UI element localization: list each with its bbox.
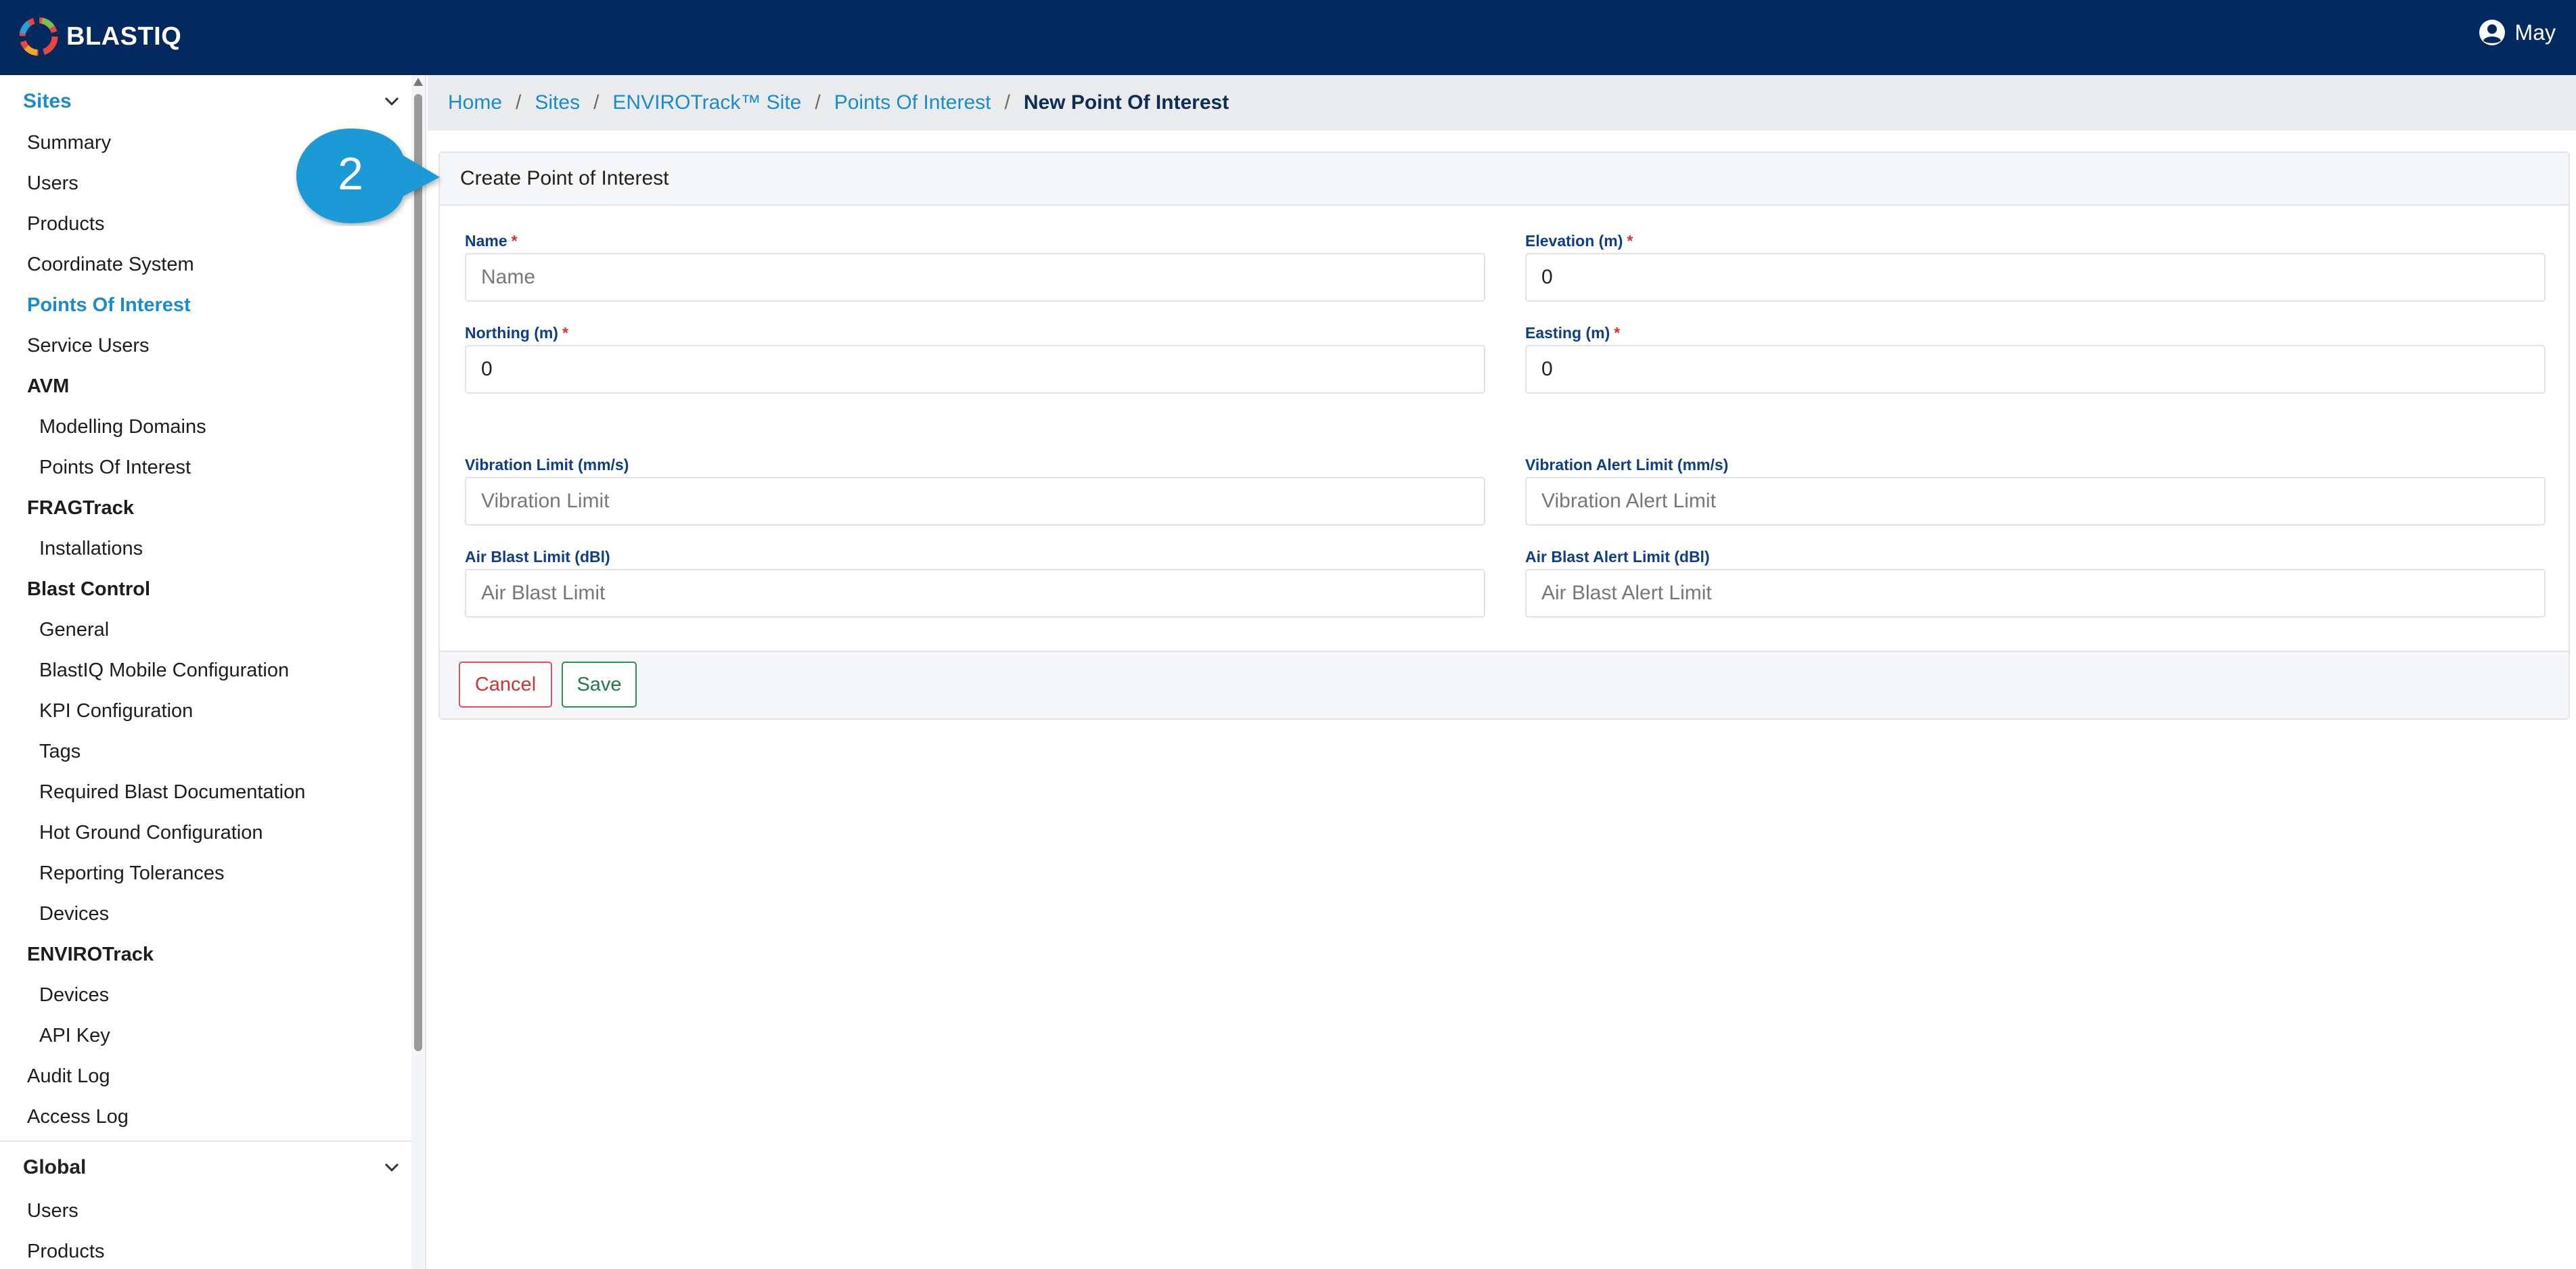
sidebar-item-users[interactable]: Users (27, 172, 78, 195)
breadcrumb-separator: / (815, 91, 821, 114)
sidebar-item-installations[interactable]: Installations (39, 538, 143, 560)
breadcrumb-points-of-interest[interactable]: Points Of Interest (834, 91, 991, 114)
elevation-label: Elevation (m) * (1525, 232, 1633, 250)
save-button[interactable]: Save (562, 662, 637, 708)
user-circle-icon (2479, 20, 2505, 45)
sidebar-item-fragtrack[interactable]: FRAGTrack (27, 497, 134, 520)
sidebar-item-api-key[interactable]: API Key (39, 1025, 110, 1047)
user-name: May (2514, 20, 2556, 45)
breadcrumb: Home / Sites / ENVIROTrack™ Site / Point… (428, 75, 2576, 131)
breadcrumb-site[interactable]: ENVIROTrack™ Site (612, 91, 801, 114)
card-title: Create Point of Interest (440, 153, 2569, 206)
blastiq-logo-icon (19, 17, 58, 56)
name-input[interactable] (465, 253, 1485, 302)
breadcrumb-separator: / (593, 91, 600, 114)
air-blast-alert-limit-input[interactable] (1525, 569, 2546, 618)
sidebar-group-global[interactable]: Global (23, 1147, 402, 1188)
vibration-alert-limit-label: Vibration Alert Limit (mm/s) (1525, 456, 1729, 474)
sidebar-item-global-users[interactable]: Users (27, 1200, 78, 1222)
sidebar-item-hot-ground-configuration[interactable]: Hot Ground Configuration (39, 822, 263, 844)
sidebar-item-coordinate-system[interactable]: Coordinate System (27, 254, 194, 276)
sidebar-divider (0, 1140, 413, 1142)
vibration-limit-input[interactable] (465, 477, 1485, 526)
required-mark: * (511, 232, 518, 250)
breadcrumb-sites[interactable]: Sites (535, 91, 580, 114)
scroll-up-arrow-icon[interactable] (413, 78, 423, 86)
sidebar-item-avm-points-of-interest[interactable]: Points Of Interest (39, 457, 191, 479)
vibration-limit-label: Vibration Limit (mm/s) (465, 456, 629, 474)
breadcrumb-separator: / (516, 91, 522, 114)
sidebar-group-sites[interactable]: Sites (23, 81, 402, 122)
step-callout: 2 (296, 129, 440, 223)
sidebar-item-envirotrack[interactable]: ENVIROTrack (27, 944, 154, 966)
required-mark: * (1614, 324, 1621, 342)
northing-label: Northing (m) * (465, 324, 568, 342)
card-footer: Cancel Save (440, 651, 2569, 718)
sidebar-scrollbar-thumb[interactable] (414, 94, 422, 1051)
sidebar-item-envirotrack-devices[interactable]: Devices (39, 984, 109, 1007)
easting-label: Easting (m) * (1525, 324, 1621, 342)
sidebar-item-summary[interactable]: Summary (27, 132, 111, 154)
brand-name: BLASTIQ (66, 22, 182, 51)
northing-input[interactable] (465, 345, 1485, 394)
sidebar-item-modelling-domains[interactable]: Modelling Domains (39, 416, 206, 438)
sidebar-item-avm[interactable]: AVM (27, 375, 69, 398)
callout-number: 2 (338, 148, 363, 200)
sidebar-group-label: Sites (23, 90, 72, 112)
breadcrumb-current: New Point Of Interest (1023, 91, 1229, 114)
breadcrumb-home[interactable]: Home (448, 91, 502, 114)
air-blast-limit-input[interactable] (465, 569, 1485, 618)
cancel-button[interactable]: Cancel (459, 662, 552, 708)
sidebar-item-blast-control[interactable]: Blast Control (27, 578, 150, 601)
top-navbar: BLASTIQ May (0, 0, 2576, 75)
sidebar-item-global-products[interactable]: Products (27, 1241, 104, 1263)
sidebar-item-required-blast-documentation[interactable]: Required Blast Documentation (39, 781, 305, 804)
sidebar-item-products[interactable]: Products (27, 213, 104, 235)
sidebar: Sites Summary Users Products Coordinate Syst… (0, 75, 426, 1269)
elevation-input[interactable] (1525, 253, 2546, 302)
required-mark: * (1627, 232, 1633, 250)
sidebar-item-access-log[interactable]: Access Log (27, 1106, 129, 1128)
air-blast-alert-limit-label: Air Blast Alert Limit (dBl) (1525, 548, 1710, 566)
name-label: Name * (465, 232, 518, 250)
sidebar-item-points-of-interest[interactable]: Points Of Interest (27, 294, 191, 317)
sidebar-item-audit-log[interactable]: Audit Log (27, 1065, 110, 1088)
chevron-down-icon (384, 1163, 399, 1172)
sidebar-item-service-users[interactable]: Service Users (27, 335, 150, 357)
sidebar-item-blast-control-devices[interactable]: Devices (39, 903, 109, 925)
create-point-of-interest-card: Create Point of Interest Name* Elevation… (438, 152, 2570, 720)
sidebar-item-blastiq-mobile-configuration[interactable]: BlastIQ Mobile Configuration (39, 660, 289, 682)
breadcrumb-separator: / (1004, 91, 1010, 114)
easting-input[interactable] (1525, 345, 2546, 394)
user-menu[interactable]: May (2479, 19, 2556, 46)
sidebar-item-reporting-tolerances[interactable]: Reporting Tolerances (39, 862, 225, 885)
sidebar-item-kpi-configuration[interactable]: KPI Configuration (39, 700, 193, 722)
air-blast-limit-label: Air Blast Limit (dBl) (465, 548, 610, 566)
brand-logo[interactable]: BLASTIQ (16, 14, 181, 60)
sidebar-item-general[interactable]: General (39, 619, 109, 641)
chevron-down-icon (384, 97, 399, 106)
sidebar-item-tags[interactable]: Tags (39, 741, 81, 763)
required-mark: * (562, 324, 568, 342)
vibration-alert-limit-input[interactable] (1525, 477, 2546, 526)
sidebar-group-label: Global (23, 1156, 87, 1178)
